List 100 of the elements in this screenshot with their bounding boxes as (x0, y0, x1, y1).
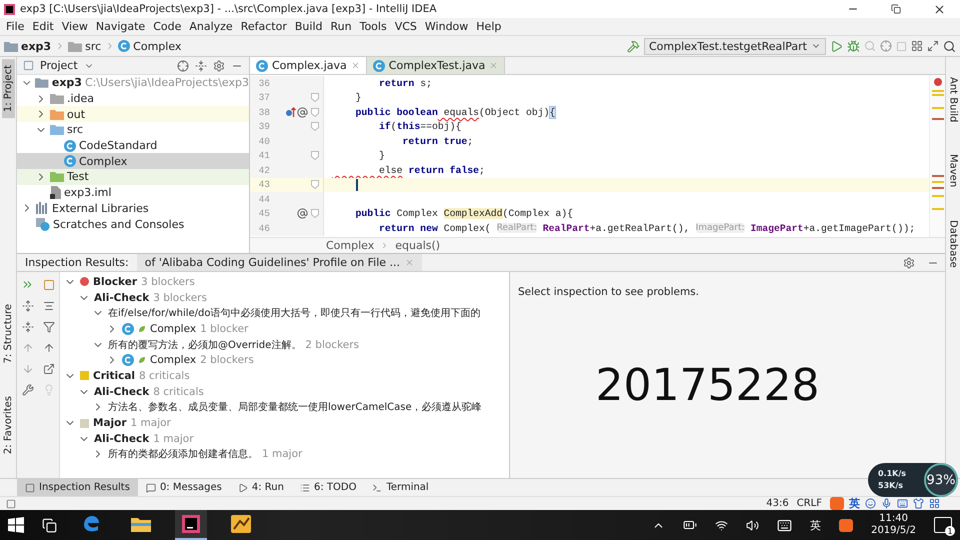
input-mode-text[interactable]: 英 (810, 518, 822, 532)
tool-window-tab[interactable]: Terminal (364, 479, 437, 496)
side-tab[interactable]: 1: Project (2, 59, 14, 118)
external-link-icon[interactable] (42, 362, 54, 374)
battery-icon[interactable] (683, 518, 698, 532)
debug-icon[interactable] (847, 40, 860, 52)
align-icon[interactable] (42, 300, 54, 312)
menu-item[interactable]: Build (290, 20, 326, 33)
structure-icon[interactable] (911, 40, 923, 52)
tool-window-tab[interactable]: 4: Run (230, 479, 292, 496)
input-mode-text[interactable]: 英 (849, 496, 860, 511)
breadcrumb-item[interactable]: Complex (326, 239, 374, 252)
wifi-icon[interactable] (715, 518, 728, 532)
breadcrumb-item[interactable]: exp3 (4, 40, 52, 52)
run-configuration-dropdown[interactable]: ComplexTest.testgetRealPart (644, 38, 826, 54)
inspection-item[interactable]: Ali-Check 8 criticals (60, 384, 509, 400)
input-method-logo-icon[interactable] (830, 497, 844, 510)
settings-icon[interactable] (213, 60, 225, 72)
menu-item[interactable]: Run (326, 20, 356, 33)
menu-item[interactable]: File (2, 20, 28, 33)
menu-item[interactable]: Edit (28, 20, 58, 33)
export-icon[interactable] (42, 342, 54, 354)
settings-icon[interactable] (903, 256, 915, 268)
fold-marker-icon[interactable] (311, 108, 319, 117)
taskbar-app[interactable] (175, 510, 207, 540)
run-icon[interactable] (830, 40, 843, 52)
smile-icon[interactable] (865, 498, 876, 509)
side-tab[interactable]: Database (946, 214, 960, 274)
coverage-icon[interactable] (880, 40, 892, 52)
menu-item[interactable]: Analyze (185, 20, 237, 33)
override-marker-icon[interactable] (286, 106, 296, 118)
task-view-icon[interactable] (42, 518, 57, 532)
fold-marker-icon[interactable] (311, 93, 319, 102)
editor-tab[interactable]: ComplexTest.java (366, 57, 506, 74)
side-tab[interactable]: 2: Favorites (2, 390, 14, 460)
fold-marker-icon[interactable] (311, 209, 319, 218)
tree-item[interactable]: CodeStandard (17, 138, 249, 154)
menu-item[interactable]: View (58, 20, 92, 33)
tree-item[interactable]: Test (17, 169, 249, 185)
close-icon[interactable] (933, 2, 946, 16)
expand-all-icon[interactable] (22, 300, 34, 312)
crosshair-icon[interactable] (177, 60, 189, 72)
side-tab[interactable]: 7: Structure (2, 298, 14, 370)
results-tab[interactable]: of 'Alibaba Coding Guidelines' Profile on File ... (136, 254, 422, 271)
cursor-position[interactable]: 43:6 (766, 498, 789, 509)
inspection-item[interactable]: Ali-Check 1 major (60, 430, 509, 447)
tree-item[interactable]: exp3 C:\Users\jia\IdeaProjects\exp3 (17, 75, 249, 91)
inspection-item[interactable]: 所有的类都必须添加创建者信息。 1 major (60, 446, 509, 462)
collapse-icon[interactable] (195, 60, 207, 72)
at-sign-icon[interactable] (297, 208, 308, 220)
tree-item[interactable]: Complex (17, 153, 249, 170)
inspection-item[interactable]: 所有的覆写方法，必须加@Override注解。 2 blockers (60, 336, 509, 352)
tree-item[interactable]: Scratches and Consoles (17, 216, 249, 232)
menu-item[interactable]: Help (472, 20, 506, 33)
inspection-item[interactable]: Complex 1 blocker (60, 321, 509, 337)
inspection-item[interactable]: Ali-Check 3 blockers (60, 290, 509, 306)
tree-item[interactable]: src (17, 122, 249, 138)
tree-item[interactable]: External Libraries (17, 200, 249, 216)
fold-marker-icon[interactable] (311, 180, 319, 190)
fold-marker-icon[interactable] (311, 151, 319, 160)
tree-item[interactable]: out (17, 106, 249, 122)
tool-window-tab[interactable]: Inspection Results (17, 479, 138, 496)
side-tab[interactable]: Maven (946, 148, 960, 194)
breadcrumb-item[interactable]: Complex (105, 40, 182, 52)
inspection-item[interactable]: 在if/else/for/while/do语句中必须使用大括号，即使只有一行代码，避免使用下面的 (60, 305, 509, 322)
filter-icon[interactable] (42, 320, 54, 332)
at-sign-icon[interactable] (297, 106, 308, 118)
breadcrumb-item[interactable]: equals() (395, 239, 440, 252)
microphone-icon[interactable] (881, 498, 892, 509)
line-separator[interactable]: CRLF (796, 498, 822, 509)
group-icon[interactable] (42, 278, 54, 290)
tool-window-tab[interactable]: 0: Messages (138, 479, 230, 496)
menu-item[interactable]: Window (420, 20, 472, 33)
input-method-logo-icon[interactable] (839, 518, 854, 532)
shirt-icon[interactable] (913, 498, 924, 509)
network-monitor-widget[interactable]: 0.1K/s 53K/s 93% (868, 463, 958, 497)
volume-icon[interactable] (746, 518, 760, 532)
menu-item[interactable]: VCS (390, 20, 421, 33)
grid-icon[interactable] (929, 498, 940, 509)
tree-item[interactable]: .idea (17, 90, 249, 106)
search-icon[interactable] (943, 40, 956, 52)
panel-toggle-icon[interactable] (6, 498, 16, 508)
side-tab[interactable]: Ant Build (946, 71, 960, 128)
inspection-item[interactable]: Blocker 3 blockers (60, 274, 509, 290)
tree-item[interactable]: exp3.iml (17, 184, 249, 200)
menu-item[interactable]: Refactor (236, 20, 291, 33)
breadcrumb-item[interactable]: src (55, 40, 102, 52)
wrench-icon[interactable] (22, 384, 34, 396)
hammer-icon[interactable] (626, 40, 640, 52)
collapse-all-icon[interactable] (22, 320, 34, 332)
editor-tab[interactable]: Complex.java (250, 57, 367, 74)
restore-icon[interactable] (891, 4, 901, 14)
inspection-item[interactable]: Major 1 major (60, 415, 509, 431)
panel-title[interactable]: Project (40, 59, 78, 72)
start-icon[interactable] (8, 517, 24, 533)
tool-window-tab[interactable]: 6: TODO (292, 479, 364, 496)
inspection-item[interactable]: Critical 8 criticals (60, 368, 509, 384)
notification-button[interactable]: 1 (934, 517, 952, 533)
fold-marker-icon[interactable] (311, 122, 319, 132)
clock[interactable]: 11:40 2019/5/2 (871, 513, 916, 537)
